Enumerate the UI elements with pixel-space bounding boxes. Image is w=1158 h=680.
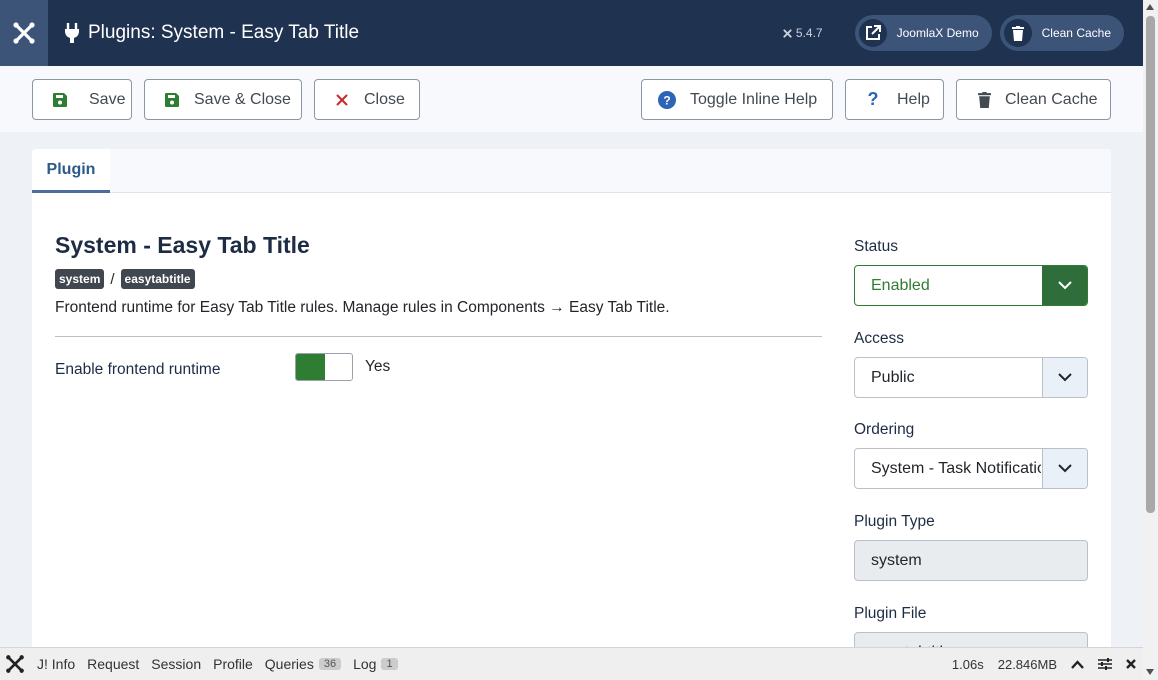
access-select[interactable]: Public xyxy=(854,357,1088,398)
trash-icon xyxy=(974,91,994,108)
plugin-type-label: Plugin Type xyxy=(854,513,935,530)
debug-tab-queries-label: Queries xyxy=(264,656,314,672)
status-value: Enabled xyxy=(871,276,930,294)
save-close-button[interactable]: Save & Close xyxy=(144,79,302,120)
plugin-file-field: easytabtitle xyxy=(854,632,1088,647)
header-clean-cache-label: Clean Cache xyxy=(1041,26,1111,40)
ordering-select[interactable]: System - Task Notification xyxy=(854,448,1088,489)
trash-icon xyxy=(1003,19,1032,47)
help-button[interactable]: ? Help xyxy=(845,79,944,120)
question-circle-icon: ? xyxy=(657,90,677,109)
plugin-badges: system / easytabtitle xyxy=(55,269,195,289)
scroll-up-arrow-icon[interactable] xyxy=(1146,4,1154,10)
debug-tab-request[interactable]: Request xyxy=(87,656,139,672)
debug-tab-log[interactable]: Log 1 xyxy=(353,656,398,672)
debug-bar: J! Info Request Session Profile Queries … xyxy=(0,647,1143,680)
plugin-file-label: Plugin File xyxy=(854,605,927,622)
settings-sliders-icon[interactable] xyxy=(1098,658,1112,670)
external-link-icon xyxy=(858,19,887,47)
page-title: Plugins: System - Easy Tab Title xyxy=(64,22,359,44)
save-icon xyxy=(50,92,70,107)
plugin-description: Frontend runtime for Easy Tab Title rule… xyxy=(55,299,670,316)
close-icon xyxy=(332,93,352,106)
chevron-down-icon xyxy=(1042,266,1087,305)
joomla-debug-icon[interactable] xyxy=(5,654,25,674)
toggle-inline-help-button[interactable]: ? Toggle Inline Help xyxy=(641,79,833,120)
debug-tab-session[interactable]: Session xyxy=(151,656,201,672)
element-badge: easytabtitle xyxy=(120,269,195,289)
version-label: 5.4.7 xyxy=(782,26,823,40)
runtime-toggle-switch[interactable] xyxy=(295,353,353,381)
site-link-label: JoomlaX Demo xyxy=(896,26,979,40)
tab-plugin[interactable]: Plugin xyxy=(32,149,110,193)
ordering-label: Ordering xyxy=(854,421,915,438)
debug-tab-queries[interactable]: Queries 36 xyxy=(264,656,342,672)
log-count-badge: 1 xyxy=(381,658,398,670)
close-button[interactable]: Close xyxy=(314,79,420,120)
joomla-logo[interactable] xyxy=(0,0,48,66)
runtime-field-label: Enable frontend runtime xyxy=(55,361,221,378)
header-clean-cache-button[interactable]: Clean Cache xyxy=(999,15,1124,51)
plug-icon xyxy=(64,23,80,43)
joomla-icon xyxy=(13,22,35,44)
clean-cache-button[interactable]: Clean Cache xyxy=(956,79,1111,120)
chevron-down-icon xyxy=(1042,449,1087,488)
debug-memory: 22.846MB xyxy=(997,656,1057,672)
joomla-small-icon xyxy=(783,28,792,38)
chevron-down-icon xyxy=(1042,358,1087,397)
plugin-type-field: system xyxy=(854,540,1088,581)
close-debug-icon[interactable] xyxy=(1126,659,1136,669)
clean-cache-label: Clean Cache xyxy=(1005,90,1098,108)
save-label: Save xyxy=(89,90,126,108)
close-label: Close xyxy=(364,90,405,108)
runtime-toggle-value: Yes xyxy=(365,358,391,375)
scroll-thumb[interactable] xyxy=(1146,16,1155,513)
toolbar: Save Save & Close Close ? Toggle Inline … xyxy=(0,66,1143,132)
queries-count-badge: 36 xyxy=(318,658,342,670)
badge-separator: / xyxy=(110,270,115,288)
access-label: Access xyxy=(854,330,904,347)
access-value: Public xyxy=(871,368,915,386)
status-select[interactable]: Enabled xyxy=(854,265,1088,306)
save-close-label: Save & Close xyxy=(194,90,291,108)
help-label: Help xyxy=(897,90,930,108)
status-label: Status xyxy=(854,238,898,255)
chevron-up-icon[interactable] xyxy=(1071,659,1084,669)
divider xyxy=(55,336,822,337)
scroll-down-arrow-icon[interactable] xyxy=(1146,669,1154,675)
debug-tab-info[interactable]: J! Info xyxy=(37,656,75,672)
version-text: 5.4.7 xyxy=(795,26,823,40)
site-link-button[interactable]: JoomlaX Demo xyxy=(854,15,992,51)
plugin-card: Plugin System - Easy Tab Title system / … xyxy=(32,149,1111,647)
debug-tab-log-label: Log xyxy=(353,656,377,672)
tab-bar: Plugin xyxy=(32,149,1111,193)
toggle-inline-help-label: Toggle Inline Help xyxy=(690,90,818,108)
ordering-value: System - Task Notification xyxy=(871,459,1041,477)
page-title-text: Plugins: System - Easy Tab Title xyxy=(88,22,360,43)
group-badge: system xyxy=(55,269,105,289)
plugin-name: System - Easy Tab Title xyxy=(55,232,310,258)
question-icon: ? xyxy=(867,89,879,109)
top-header: Plugins: System - Easy Tab Title 5.4.7 J… xyxy=(0,0,1143,66)
switch-on-indicator xyxy=(296,354,325,380)
save-button[interactable]: Save xyxy=(32,79,132,120)
page-scrollbar[interactable] xyxy=(1143,0,1158,680)
debug-time: 1.06s xyxy=(951,656,984,672)
save-icon xyxy=(162,92,182,107)
svg-text:?: ? xyxy=(663,93,670,107)
debug-tab-profile[interactable]: Profile xyxy=(213,656,253,672)
